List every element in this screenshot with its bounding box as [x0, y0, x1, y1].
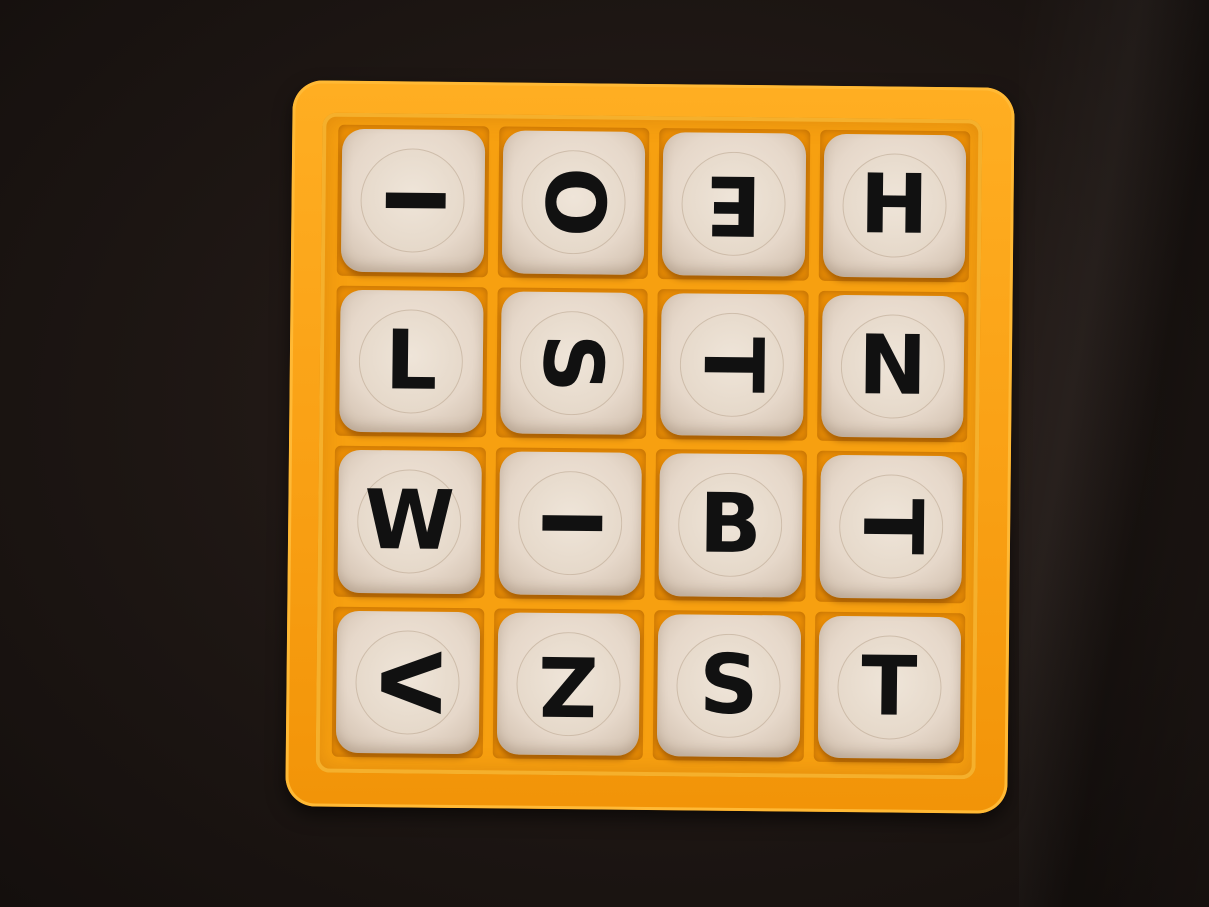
die-letter: W — [363, 473, 456, 570]
grid-cell: T — [814, 450, 967, 603]
die-letter: V — [360, 650, 457, 715]
die-letter: L — [384, 312, 438, 409]
die-letter: S — [698, 637, 759, 733]
die-letter: H — [859, 157, 930, 254]
letter-die[interactable]: H — [822, 133, 967, 278]
letter-die[interactable]: V — [335, 610, 480, 755]
grid-cell: B — [654, 449, 807, 602]
letter-die[interactable]: T — [817, 615, 962, 760]
die-letter: N — [857, 317, 928, 414]
letter-die[interactable]: S — [656, 613, 801, 758]
grid-cell: I — [336, 124, 489, 277]
die-letter: O — [525, 167, 622, 238]
grid-cell: V — [331, 606, 484, 759]
die-letter: B — [698, 476, 763, 573]
grid-cell: E — [657, 128, 810, 281]
die-letter: T — [684, 336, 781, 394]
grid-cell: H — [818, 129, 971, 282]
grid-cell: S — [495, 286, 648, 439]
die-letter: E — [705, 156, 763, 253]
letter-die[interactable]: L — [339, 289, 484, 434]
die-letter: S — [524, 332, 620, 393]
letter-die[interactable]: Z — [496, 611, 641, 756]
letter-die[interactable]: B — [658, 453, 803, 598]
letter-die[interactable]: I — [340, 128, 485, 273]
die-letter: T — [843, 498, 940, 556]
grid-cell: I — [493, 447, 646, 600]
grid-cell: O — [497, 126, 650, 279]
letter-die[interactable]: E — [661, 132, 806, 277]
letter-die[interactable]: W — [337, 449, 482, 594]
die-letter: I — [365, 185, 461, 217]
die-letter: I — [522, 507, 619, 540]
boggle-tray: I O E H L S T N W I B T V Z S T — [285, 80, 1015, 814]
die-letter: T — [860, 638, 918, 735]
grid-cell: T — [656, 288, 809, 441]
letter-die[interactable]: O — [501, 130, 646, 275]
fabric-fold — [1019, 0, 1209, 907]
letter-die[interactable]: S — [499, 290, 644, 435]
grid-cell: S — [652, 609, 805, 762]
grid-cell: T — [813, 611, 966, 764]
letter-die[interactable]: T — [660, 292, 805, 437]
letter-die[interactable]: N — [820, 294, 965, 439]
letter-die[interactable]: I — [497, 451, 642, 596]
die-letter: Z — [538, 636, 599, 733]
grid-cell: Z — [492, 607, 645, 760]
grid-cell: W — [333, 445, 486, 598]
letter-die[interactable]: T — [818, 454, 963, 599]
grid-cell: N — [816, 290, 969, 443]
dice-grid: I O E H L S T N W I B T V Z S T — [331, 124, 971, 764]
grid-cell: L — [335, 285, 488, 438]
